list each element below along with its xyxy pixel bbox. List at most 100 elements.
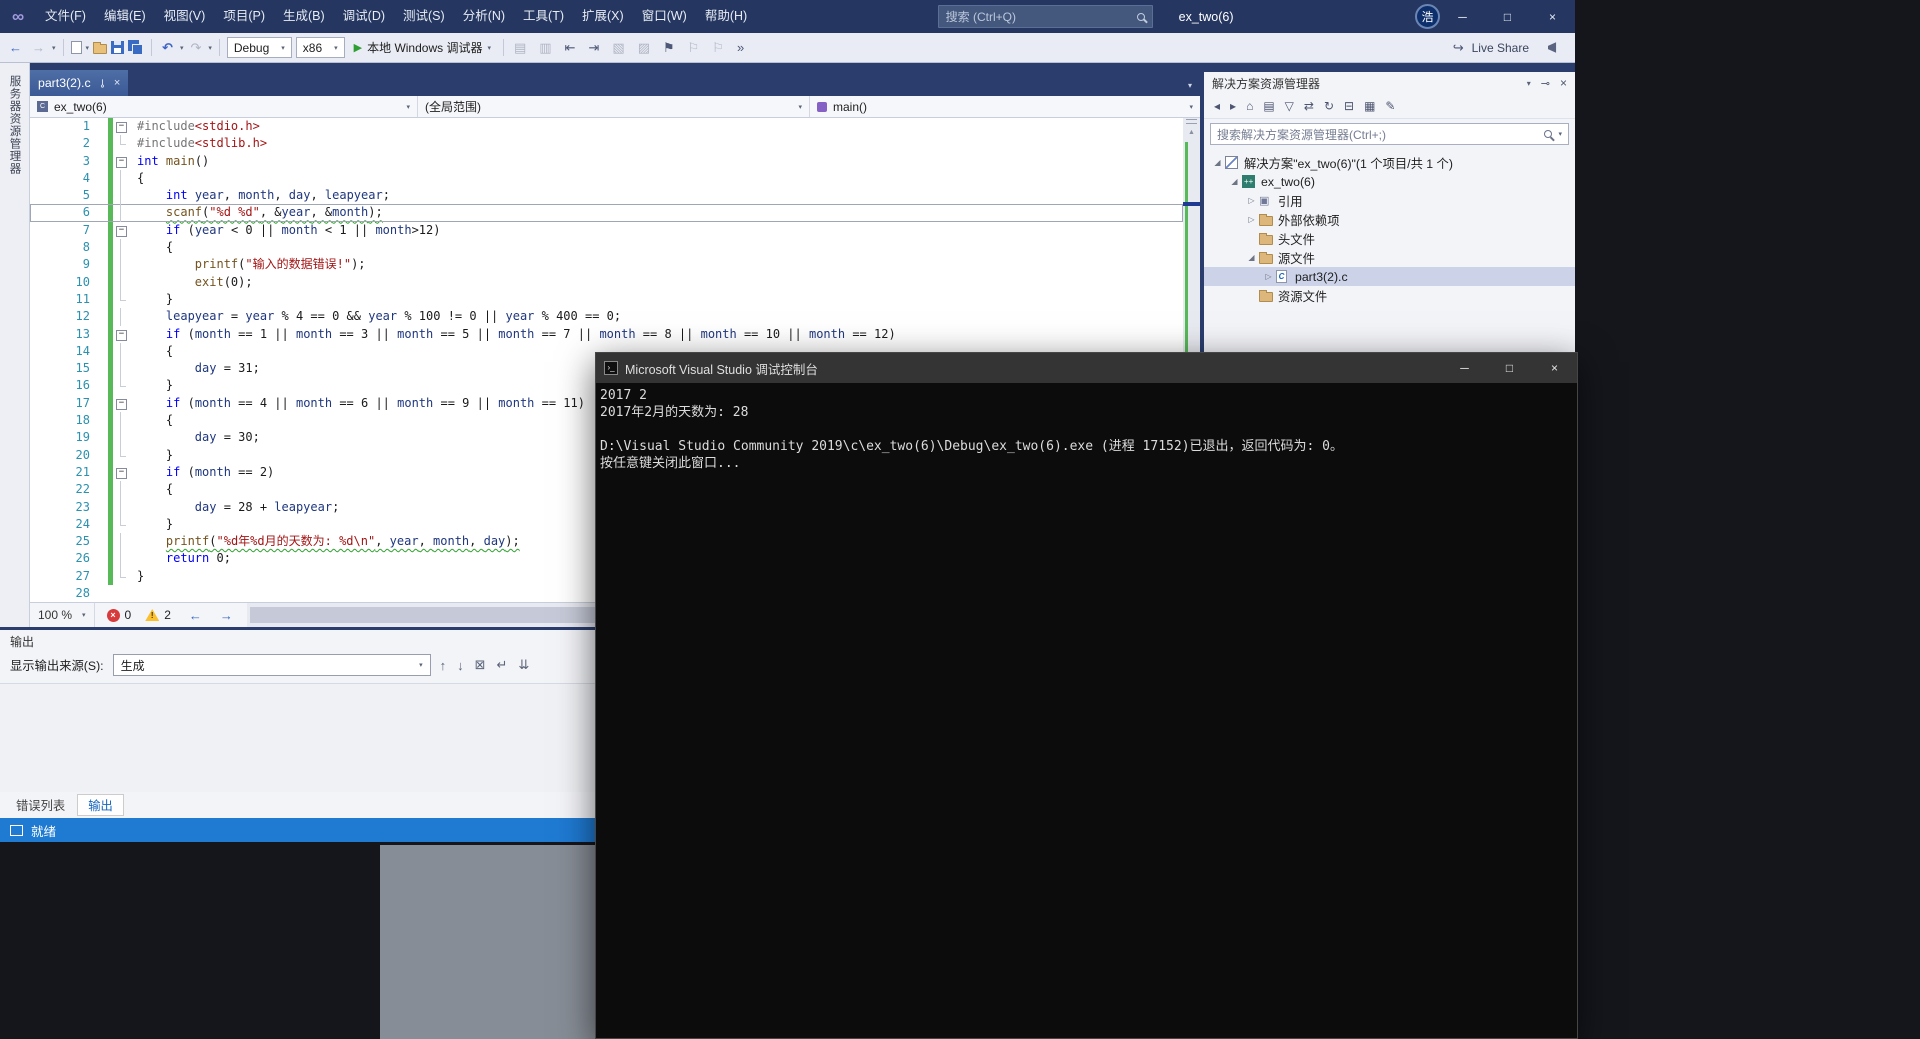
filter-icon[interactable]: ▽ [1285, 100, 1294, 112]
menu-item[interactable]: 项目(P) [214, 0, 274, 33]
menu-item[interactable]: 生成(B) [274, 0, 334, 33]
fold-toggle-icon[interactable] [113, 118, 129, 135]
show-all-files-icon[interactable]: ▦ [1364, 100, 1375, 112]
next-issue-button[interactable]: → [220, 608, 233, 623]
solution-search-box[interactable]: 搜索解决方案资源管理器(Ctrl+;) ▾ [1210, 123, 1569, 145]
editor-split-handle[interactable] [1186, 119, 1197, 124]
open-file-icon[interactable] [93, 42, 108, 54]
code-line[interactable]: 10 exit(0); [30, 273, 1183, 292]
search-box[interactable]: 搜索 (Ctrl+Q) [937, 5, 1153, 28]
navigate-dropdown-icon[interactable]: ▾ [52, 44, 56, 52]
back-icon[interactable]: ◂ [1214, 100, 1220, 112]
forward-icon[interactable]: ▸ [1230, 100, 1236, 112]
refresh-icon[interactable]: ↻ [1324, 100, 1334, 112]
live-share-button[interactable]: ↪ Live Share [1450, 41, 1569, 55]
fold-toggle-icon[interactable] [113, 464, 129, 481]
tree-collapsed-arrow-icon[interactable]: ▷ [1261, 272, 1276, 281]
member-list-icon[interactable]: ▤ [511, 41, 529, 54]
tree-item[interactable]: ◢ 源文件 [1204, 248, 1575, 267]
code-line[interactable]: 2 #include<stdlib.h> [30, 135, 1183, 153]
menu-item[interactable]: 帮助(H) [696, 0, 756, 33]
increase-indent-icon[interactable]: ⇥ [585, 41, 602, 54]
maximize-button[interactable]: □ [1485, 0, 1530, 33]
zoom-selector[interactable]: 100 % ▾ [30, 603, 95, 627]
fold-toggle-icon[interactable] [113, 326, 129, 343]
tree-item[interactable]: ▷ part3(2).c [1204, 267, 1575, 286]
toggle-bookmark-icon[interactable]: ⚑ [660, 41, 678, 54]
menu-item[interactable]: 分析(N) [454, 0, 514, 33]
redo-icon[interactable]: ↷ [187, 41, 204, 54]
solution-platform-dropdown[interactable]: x86 ▾ [295, 37, 345, 58]
console-maximize-button[interactable]: □ [1487, 353, 1532, 383]
code-line[interactable]: 5 int year, month, day, leapyear; [30, 187, 1183, 205]
menu-item[interactable]: 文件(F) [36, 0, 95, 33]
save-icon[interactable] [111, 41, 125, 54]
previous-issue-button[interactable]: ← [189, 608, 202, 623]
minimize-button[interactable]: ─ [1440, 0, 1485, 33]
panel-tab[interactable]: 输出 [77, 794, 124, 816]
server-explorer-tab[interactable]: 服务器资源管理器 [7, 75, 23, 175]
error-indicator-icon[interactable] [106, 608, 120, 622]
autoscroll-icon[interactable]: ⇊ [518, 657, 529, 673]
tree-item[interactable]: ◢ 解决方案"ex_two(6)"(1 个项目/共 1 个) [1204, 153, 1575, 172]
solution-configuration-dropdown[interactable]: Debug ▾ [226, 37, 292, 58]
tree-collapsed-arrow-icon[interactable]: ▷ [1244, 196, 1259, 205]
scope-dropdown[interactable]: (全局范围) ▾ [418, 96, 810, 117]
home-icon[interactable]: ⌂ [1246, 100, 1253, 112]
fold-toggle-icon[interactable] [113, 153, 129, 170]
fold-toggle-icon[interactable] [113, 395, 129, 412]
document-list-chevron-icon[interactable]: ▾ [1188, 81, 1200, 96]
scroll-up-icon[interactable]: ▲ [1183, 126, 1200, 140]
feedback-megaphone-icon[interactable] [1548, 42, 1557, 53]
code-line[interactable]: 8 { [30, 239, 1183, 257]
code-line[interactable]: 3 int main() [30, 152, 1183, 170]
menu-item[interactable]: 窗口(W) [633, 0, 696, 33]
tree-collapsed-arrow-icon[interactable]: ▷ [1244, 215, 1259, 224]
tree-item[interactable]: 头文件 [1204, 229, 1575, 248]
decrease-indent-icon[interactable]: ⇤ [562, 41, 579, 54]
menu-item[interactable]: 调试(D) [334, 0, 394, 33]
collapse-all-icon[interactable]: ⊟ [1344, 100, 1354, 112]
project-dropdown[interactable]: ex_two(6) ▾ [30, 96, 418, 117]
properties-icon[interactable]: ✎ [1385, 100, 1395, 112]
code-line[interactable]: 11 } [30, 290, 1183, 309]
undo-dropdown-icon[interactable]: ▾ [180, 44, 184, 52]
menu-item[interactable]: 测试(S) [394, 0, 454, 33]
code-line[interactable]: 12 leapyear = year % 4 == 0 && year % 10… [30, 308, 1183, 326]
menu-item[interactable]: 工具(T) [514, 0, 573, 33]
uncomment-icon[interactable]: ▨ [635, 41, 653, 54]
switch-views-icon[interactable]: ▤ [1263, 100, 1274, 112]
start-debugging-button[interactable]: ▶ 本地 Windows 调试器 ▾ [349, 37, 496, 59]
sync-with-active-document-icon[interactable]: ⇄ [1304, 100, 1314, 112]
tab-close-icon[interactable]: × [114, 77, 120, 89]
warning-indicator-icon[interactable] [145, 609, 160, 621]
tree-item[interactable]: ▷ ▣ 引用 [1204, 191, 1575, 210]
console-minimize-button[interactable]: ─ [1442, 353, 1487, 383]
parameter-info-icon[interactable]: ▥ [536, 41, 554, 54]
word-wrap-icon[interactable]: ↵ [497, 657, 508, 673]
avatar[interactable]: 浩 [1415, 4, 1440, 29]
code-line[interactable]: 13 if (month == 1 || month == 3 || month… [30, 325, 1183, 343]
next-bookmark-icon[interactable]: ⚐ [709, 41, 727, 54]
tree-item[interactable]: 资源文件 [1204, 286, 1575, 305]
code-line[interactable]: 9 printf("输入的数据错误!"); [30, 256, 1183, 274]
navigate-back-icon[interactable]: ← [6, 41, 25, 54]
menu-item[interactable]: 视图(V) [155, 0, 215, 33]
panel-tab[interactable]: 错误列表 [6, 794, 75, 816]
prev-bookmark-icon[interactable]: ⚐ [685, 41, 703, 54]
console-title-bar[interactable]: ›_ Microsoft Visual Studio 调试控制台 ─ □ × [596, 353, 1577, 383]
console-close-button[interactable]: × [1532, 353, 1577, 383]
new-file-dropdown-icon[interactable]: ▾ [86, 44, 90, 52]
clear-all-icon[interactable]: ⊠ [475, 657, 486, 673]
document-tab[interactable]: part3(2).c ⊸ × [30, 70, 129, 96]
tree-expanded-arrow-icon[interactable]: ◢ [1210, 158, 1225, 167]
new-file-icon[interactable] [70, 41, 82, 54]
code-line[interactable]: 1 #include<stdio.h> [30, 118, 1183, 136]
code-line[interactable]: 4{ [30, 169, 1183, 188]
output-source-dropdown[interactable]: 生成 ▾ [112, 654, 431, 676]
next-message-icon[interactable]: ↓ [457, 658, 464, 673]
navigate-forward-icon[interactable]: → [29, 41, 48, 54]
fold-toggle-icon[interactable] [113, 222, 129, 239]
code-line[interactable]: 7 if (year < 0 || month < 1 || month>12) [30, 221, 1183, 240]
close-button[interactable]: × [1530, 0, 1575, 33]
